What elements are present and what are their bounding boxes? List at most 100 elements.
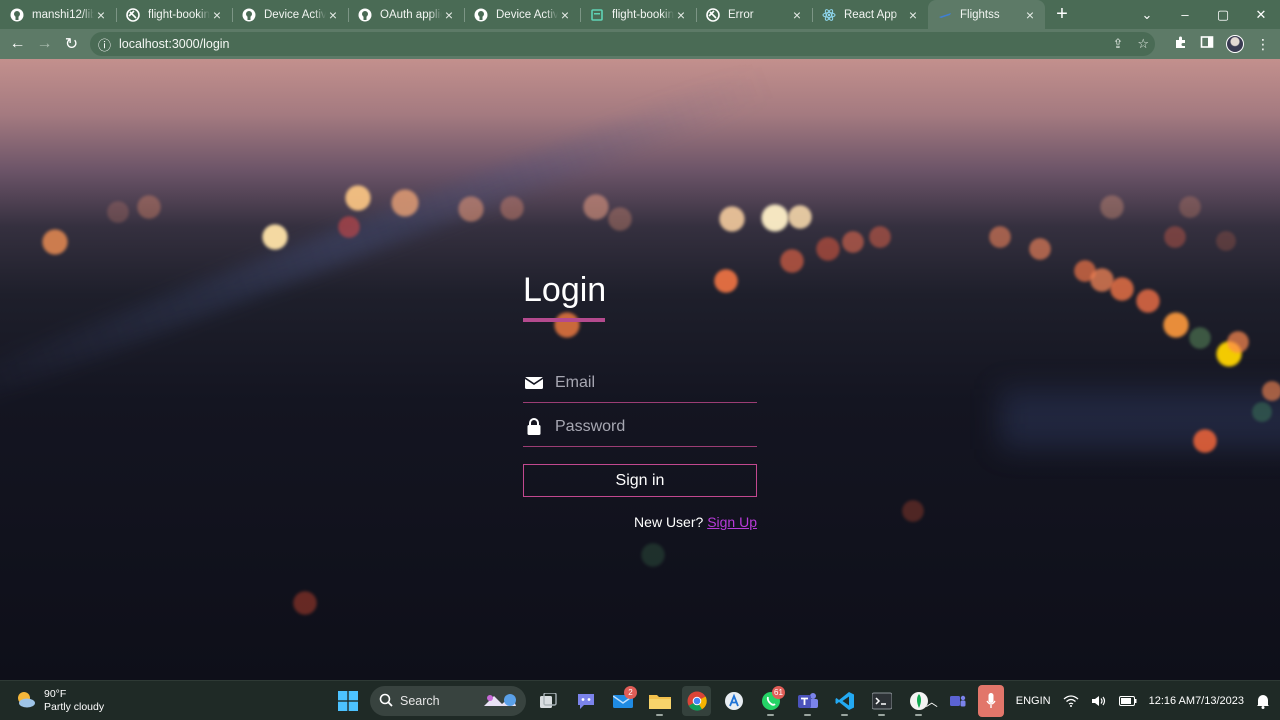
chat-app-icon[interactable] (571, 686, 600, 716)
globe-icon (126, 7, 140, 22)
bookmark-star-icon[interactable]: ☆ (1137, 36, 1149, 52)
system-tray: ︿ ENG IN 12:16 AM 7/13/2023 (920, 681, 1280, 720)
language-indicator[interactable]: ENG IN (1010, 695, 1057, 708)
more-menu-icon[interactable]: ⋮ (1256, 36, 1270, 53)
bokeh-light (815, 236, 841, 262)
tab-title: flight-booking (612, 8, 674, 21)
close-tab-icon[interactable]: × (442, 7, 456, 23)
browser-tab[interactable]: OAuth applica × (348, 0, 464, 29)
browser-tab[interactable]: manshi12/libr × (0, 0, 116, 29)
browser-tab[interactable]: flight-booking × (116, 0, 232, 29)
bokeh-light (1099, 194, 1125, 220)
browser-tab[interactable]: React App × (812, 0, 928, 29)
extensions-puzzle-icon[interactable] (1174, 35, 1188, 54)
forward-button[interactable]: → (31, 30, 58, 58)
sign-up-link[interactable]: Sign Up (707, 514, 757, 530)
light-streak (1000, 389, 1280, 449)
tab-search-icon[interactable]: ⌄ (1128, 7, 1166, 23)
globe-icon (706, 7, 720, 22)
bokeh-light (337, 215, 361, 239)
bokeh-light (1226, 330, 1250, 354)
close-tab-icon[interactable]: × (1023, 7, 1037, 23)
bokeh-light (261, 223, 289, 251)
bokeh-light (1135, 288, 1161, 314)
login-page-background: Login Sign in New User? Sign Up (0, 59, 1280, 680)
browser-tab[interactable]: flight-booking × (580, 0, 696, 29)
notification-bell-icon[interactable] (1250, 693, 1280, 709)
browser-tab[interactable]: Error × (696, 0, 812, 29)
login-form: Login Sign in New User? Sign Up (523, 271, 757, 530)
page-icon (590, 8, 604, 22)
bokeh-light (718, 205, 746, 233)
bokeh-light (1251, 401, 1273, 423)
close-tab-icon[interactable]: × (558, 7, 572, 23)
title-underline (523, 318, 605, 322)
mail-icon[interactable]: 2 (608, 686, 637, 716)
sign-in-button[interactable]: Sign in (523, 464, 757, 497)
windows-start-icon[interactable] (333, 686, 362, 716)
clock[interactable]: 12:16 AM 7/13/2023 (1143, 695, 1250, 708)
task-view-icon[interactable] (534, 686, 563, 716)
bokeh-light (136, 194, 162, 220)
close-tab-icon[interactable]: × (210, 7, 224, 23)
close-tab-icon[interactable]: × (326, 7, 340, 23)
email-input[interactable] (555, 373, 745, 392)
bokeh-light (1215, 230, 1237, 252)
browser-tab-active[interactable]: Flightss × (928, 0, 1045, 29)
close-tab-icon[interactable]: × (674, 7, 688, 23)
vscode-icon[interactable] (830, 686, 859, 716)
site-info-icon[interactable]: ⓘ (98, 35, 111, 54)
teams-tray-icon[interactable] (944, 694, 972, 708)
github-icon (358, 8, 372, 22)
volume-icon[interactable] (1085, 694, 1113, 708)
close-tab-icon[interactable]: × (790, 7, 804, 23)
search-icon (379, 693, 393, 710)
bokeh-light (582, 193, 610, 221)
browser-tab[interactable]: Device Activat × (464, 0, 580, 29)
bokeh-light (390, 188, 420, 218)
new-user-text: New User? (634, 514, 704, 530)
wifi-icon[interactable] (1057, 695, 1085, 707)
taskbar-search[interactable]: Search (370, 686, 526, 716)
tab-title: flight-booking (148, 8, 210, 21)
clock-time: 12:16 AM (1148, 694, 1196, 707)
app-store-icon[interactable] (719, 686, 748, 716)
extension-area: ⋮ (1174, 29, 1270, 59)
bokeh-light (41, 228, 69, 256)
language-region: IN (1039, 694, 1051, 707)
tab-title: manshi12/libr (32, 8, 94, 21)
side-panel-icon[interactable] (1200, 35, 1214, 54)
tab-title: Device Activat (264, 8, 326, 21)
url-text[interactable]: localhost:3000/login (119, 37, 230, 51)
address-bar[interactable]: ⓘ localhost:3000/login ⇪ ☆ (90, 32, 1155, 56)
back-button[interactable]: ← (4, 30, 31, 58)
share-icon[interactable]: ⇪ (1112, 36, 1123, 52)
bokeh-light (499, 195, 525, 221)
password-field (523, 407, 757, 447)
bokeh-light (1192, 428, 1218, 454)
microphone-icon[interactable] (972, 685, 1010, 717)
teams-icon[interactable] (793, 686, 822, 716)
file-explorer-icon[interactable] (645, 686, 674, 716)
github-icon (474, 8, 488, 22)
new-tab-button[interactable]: + (1045, 0, 1079, 29)
bokeh-light (292, 590, 318, 616)
bokeh-light (988, 225, 1012, 249)
terminal-icon[interactable] (867, 686, 896, 716)
maximize-icon[interactable]: ▢ (1204, 7, 1242, 23)
browser-tab[interactable]: Device Activat × (232, 0, 348, 29)
tray-overflow-chevron-icon[interactable]: ︿ (920, 693, 944, 710)
weather-widget[interactable]: 90°F Partly cloudy (16, 688, 104, 714)
close-tab-icon[interactable]: × (906, 7, 920, 23)
password-input[interactable] (555, 417, 745, 436)
battery-icon[interactable] (1113, 696, 1143, 706)
close-tab-icon[interactable]: × (94, 7, 108, 23)
close-window-icon[interactable]: ✕ (1242, 7, 1280, 23)
chrome-icon[interactable] (682, 686, 711, 716)
search-label: Search (400, 694, 440, 708)
bokeh-light (1188, 326, 1212, 350)
reload-button[interactable]: ↻ (58, 30, 85, 58)
minimize-icon[interactable]: – (1166, 7, 1204, 22)
profile-avatar[interactable] (1226, 35, 1244, 53)
whatsapp-icon[interactable]: 61 (756, 686, 785, 716)
